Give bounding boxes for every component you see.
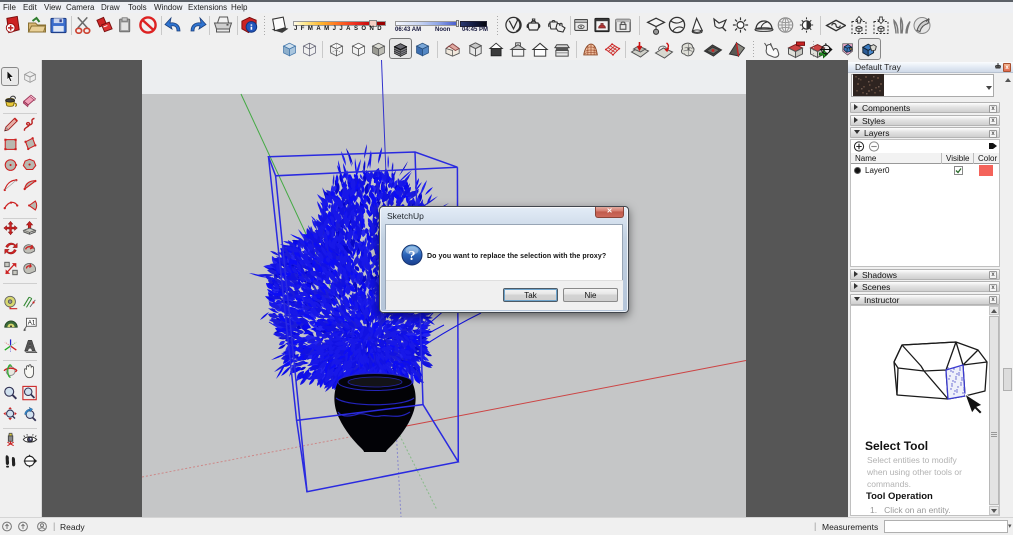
svg-text:A1: A1 [28,320,36,327]
svg-text:?: ? [409,249,416,264]
